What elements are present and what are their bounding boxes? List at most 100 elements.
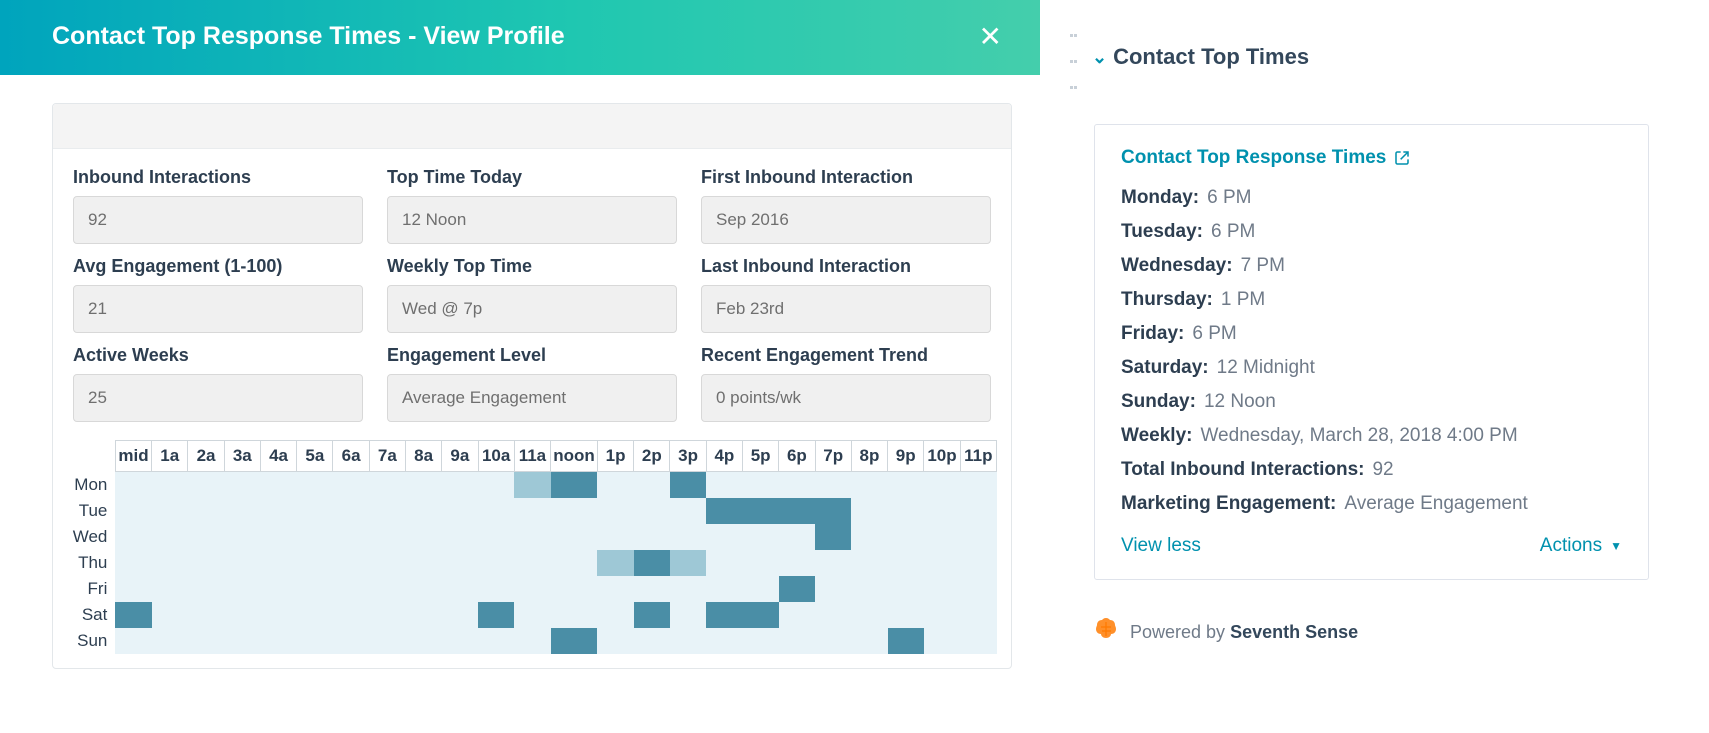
drag-handle-icon[interactable]: [1070, 18, 1080, 96]
heatmap-cell: [224, 524, 260, 550]
heatmap-cell: [333, 524, 369, 550]
heatmap-col-header: noon: [551, 441, 598, 472]
heatmap-cell: [706, 576, 742, 602]
heatmap-cell: [888, 550, 924, 576]
heatmap-row-label: Mon: [67, 472, 115, 498]
heatmap-cell: [815, 498, 851, 524]
heatmap-cell: [597, 498, 633, 524]
profile-card: Inbound Interactions92Top Time Today12 N…: [52, 103, 1012, 669]
top-time-value: 7 PM: [1241, 255, 1285, 276]
heatmap-cell: [888, 628, 924, 654]
metric-label: Recent Engagement Trend: [701, 345, 991, 366]
heatmap-col-header: mid: [115, 441, 151, 472]
heatmap-cell: [152, 628, 188, 654]
top-time-label: Weekly:: [1121, 425, 1192, 446]
heatmap-cell: [634, 524, 670, 550]
heatmap-cell: [478, 524, 514, 550]
heatmap-cell: [333, 498, 369, 524]
heatmap-cell: [743, 524, 779, 550]
heatmap-cell: [815, 576, 851, 602]
heatmap-cell: [670, 628, 706, 654]
view-less-link[interactable]: View less: [1121, 535, 1201, 557]
heatmap-cell: [597, 524, 633, 550]
metric-label: First Inbound Interaction: [701, 167, 991, 188]
heatmap-cell: [405, 576, 441, 602]
side-panel-title: Contact Top Times: [1113, 44, 1309, 70]
metric-value: Wed @ 7p: [387, 285, 677, 333]
heatmap-cell: [152, 550, 188, 576]
top-time-label: Wednesday:: [1121, 255, 1233, 276]
heatmap-cell: [369, 550, 405, 576]
heatmap-col-header: 2a: [188, 441, 224, 472]
heatmap-col-header: 1a: [152, 441, 188, 472]
metric-4: Weekly Top Time Wed @ 7p: [387, 256, 677, 333]
heatmap-cell: [597, 472, 633, 498]
metric-label: Active Weeks: [73, 345, 363, 366]
top-time-label: Friday:: [1121, 323, 1184, 344]
heatmap-col-header: 4p: [706, 441, 742, 472]
metric-value: Average Engagement: [387, 374, 677, 422]
close-icon[interactable]: ✕: [979, 23, 1002, 51]
top-time-value: 12 Noon: [1204, 391, 1276, 412]
heatmap-cell: [670, 524, 706, 550]
heatmap-col-header: 7a: [369, 441, 405, 472]
heatmap-cell: [634, 576, 670, 602]
heatmap-col-header: 10p: [924, 441, 960, 472]
metric-1: Top Time Today12 Noon: [387, 167, 677, 244]
metric-value: 0 points/wk: [701, 374, 991, 422]
heatmap-cell: [851, 498, 887, 524]
heatmap-cell: [478, 472, 514, 498]
heatmap-col-header: 3p: [670, 441, 706, 472]
heatmap-cell: [551, 498, 598, 524]
heatmap-cell: [597, 628, 633, 654]
top-time-row: Friday:6 PM: [1121, 323, 1622, 345]
heatmap-cell: [478, 628, 514, 654]
heatmap-cell: [634, 628, 670, 654]
heatmap-cell: [851, 602, 887, 628]
heatmap-cell: [369, 472, 405, 498]
metric-label: Weekly Top Time: [387, 256, 677, 277]
metric-6: Active Weeks25: [73, 345, 363, 422]
heatmap-cell: [115, 576, 151, 602]
top-time-row: Marketing Engagement:Average Engagement: [1121, 493, 1622, 515]
heatmap-cell: [297, 472, 333, 498]
heatmap-cell: [514, 472, 550, 498]
metric-3: Avg Engagement (1-100)21: [73, 256, 363, 333]
heatmap-cell: [405, 550, 441, 576]
side-panel-header[interactable]: ⌄ Contact Top Times: [1068, 18, 1649, 96]
top-time-row: Tuesday:6 PM: [1121, 221, 1622, 243]
heatmap-col-header: 6p: [779, 441, 815, 472]
heatmap-cell: [670, 602, 706, 628]
heatmap-col-header: 4a: [260, 441, 296, 472]
heatmap-col-header: 11a: [514, 441, 550, 472]
heatmap-cell: [152, 602, 188, 628]
heatmap-cell: [706, 550, 742, 576]
metric-label: Engagement Level: [387, 345, 677, 366]
response-times-link[interactable]: Contact Top Response Times: [1121, 147, 1410, 169]
heatmap-cell: [779, 472, 815, 498]
actions-dropdown[interactable]: Actions ▼: [1540, 535, 1622, 557]
top-time-value: 12 Midnight: [1217, 357, 1315, 378]
heatmap-cell: [743, 628, 779, 654]
heatmap-cell: [369, 602, 405, 628]
heatmap-cell: [478, 550, 514, 576]
heatmap-row-label: Tue: [67, 498, 115, 524]
chevron-down-icon[interactable]: ⌄: [1092, 47, 1107, 68]
modal-title: Contact Top Response Times - View Profil…: [52, 22, 565, 51]
heatmap-cell: [706, 498, 742, 524]
heatmap-cell: [960, 576, 996, 602]
brain-icon: [1094, 618, 1120, 646]
heatmap-cell: [405, 524, 441, 550]
heatmap-cell: [551, 576, 598, 602]
heatmap-cell: [851, 472, 887, 498]
heatmap-cell: [851, 576, 887, 602]
heatmap-col-header: 3a: [224, 441, 260, 472]
heatmap-cell: [743, 550, 779, 576]
heatmap-cell: [670, 472, 706, 498]
heatmap-cell: [188, 524, 224, 550]
heatmap-cell: [743, 602, 779, 628]
top-time-row: Wednesday: 7 PM: [1121, 255, 1622, 277]
heatmap-cell: [442, 628, 478, 654]
heatmap-cell: [297, 576, 333, 602]
heatmap-cell: [888, 524, 924, 550]
